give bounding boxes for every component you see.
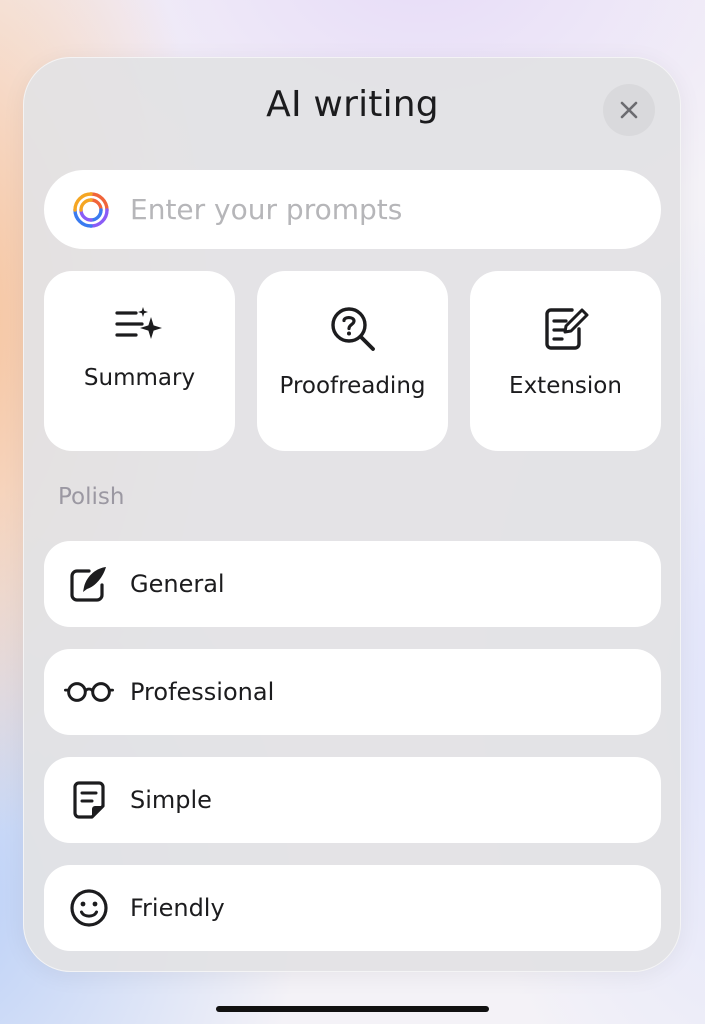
polish-friendly-label: Friendly (130, 894, 225, 922)
extension-label: Extension (509, 373, 622, 399)
ai-swirl-logo-icon (73, 191, 109, 228)
summary-sparkle-icon (114, 307, 162, 339)
note-icon (73, 781, 105, 819)
proofreading-label: Proofreading (279, 373, 426, 399)
summary-label: Summary (83, 365, 196, 391)
polish-professional-label: Professional (130, 678, 275, 706)
feather-pen-icon (70, 567, 106, 602)
polish-professional-item[interactable]: Professional (44, 649, 661, 735)
extension-button[interactable]: Extension (470, 271, 661, 451)
extension-edit-icon (544, 308, 588, 350)
dialog-title: AI writing (266, 84, 439, 125)
home-indicator[interactable] (216, 1006, 489, 1012)
polish-simple-label: Simple (130, 786, 212, 814)
prompt-input[interactable] (130, 193, 630, 226)
close-button[interactable] (603, 84, 655, 136)
prompt-field[interactable] (44, 170, 661, 249)
polish-general-label: General (130, 570, 225, 598)
polish-general-item[interactable]: General (44, 541, 661, 627)
polish-simple-item[interactable]: Simple (44, 757, 661, 843)
proofreading-magnifier-icon (330, 307, 375, 351)
polish-friendly-item[interactable]: Friendly (44, 865, 661, 951)
close-icon (620, 101, 638, 119)
summary-button[interactable]: Summary (44, 271, 235, 451)
smiley-icon (70, 889, 108, 927)
polish-section-label: Polish (58, 484, 125, 510)
glasses-icon (64, 682, 114, 702)
proofreading-button[interactable]: Proofreading (257, 271, 448, 451)
